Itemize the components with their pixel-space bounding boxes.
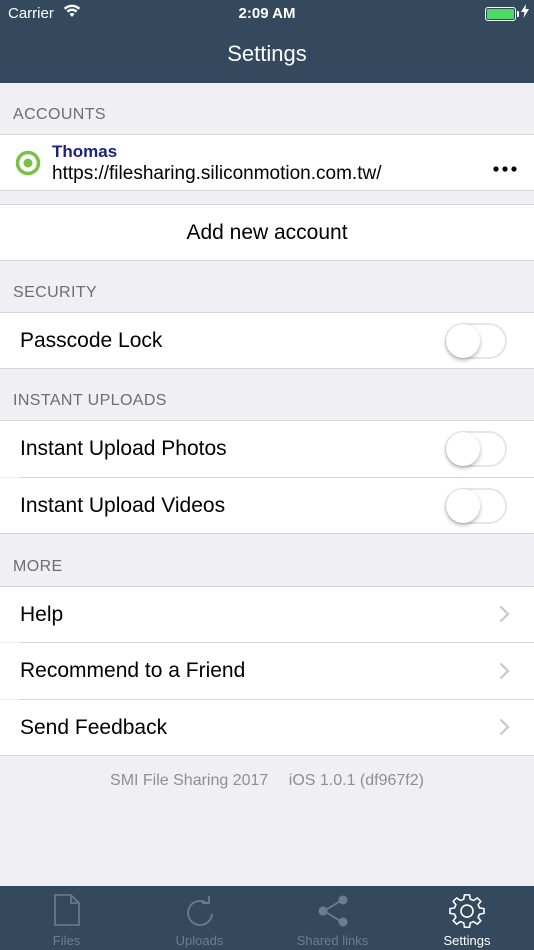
battery-icon — [485, 7, 519, 21]
account-status-icon — [15, 150, 41, 181]
tab-settings[interactable]: Settings — [400, 886, 534, 950]
section-header-security: SECURITY — [13, 284, 98, 301]
instant-upload-videos-toggle[interactable] — [445, 488, 507, 524]
send-feedback-label: Send Feedback — [20, 716, 168, 739]
send-feedback-row[interactable]: Send Feedback — [0, 700, 534, 755]
app-version-footer: SMI File Sharing 2017 iOS 1.0.1 (df967f2… — [0, 772, 534, 790]
account-row[interactable]: Thomas https://filesharing.siliconmotion… — [0, 135, 534, 190]
instant-upload-photos-toggle[interactable] — [445, 431, 507, 467]
instant-upload-videos-label: Instant Upload Videos — [20, 494, 226, 517]
share-icon — [316, 894, 350, 933]
instant-upload-photos-row: Instant Upload Photos — [0, 421, 534, 477]
divider — [0, 190, 534, 191]
charging-icon — [521, 4, 529, 22]
help-row[interactable]: Help — [0, 587, 534, 642]
tab-shared-links-label: Shared links — [296, 933, 369, 948]
refresh-icon — [184, 894, 216, 933]
tab-bar: Files Uploads Shared links Settings — [0, 886, 534, 950]
recommend-label: Recommend to a Friend — [20, 659, 246, 682]
app-name-text: SMI File Sharing 2017 — [110, 772, 269, 789]
passcode-lock-row: Passcode Lock — [0, 313, 534, 368]
chevron-right-icon — [499, 718, 510, 741]
account-name: Thomas — [52, 142, 118, 161]
tab-uploads-label: Uploads — [175, 933, 224, 948]
recommend-row[interactable]: Recommend to a Friend — [0, 643, 534, 699]
tab-files[interactable]: Files — [0, 886, 133, 950]
tab-files-label: Files — [52, 933, 81, 948]
chevron-right-icon — [499, 605, 510, 628]
more-options-icon[interactable] — [493, 159, 517, 177]
version-text: iOS 1.0.1 (df967f2) — [288, 772, 424, 789]
section-header-more: MORE — [13, 558, 63, 575]
account-url: https://filesharing.siliconmotion.com.tw… — [52, 163, 382, 184]
tab-uploads[interactable]: Uploads — [133, 886, 266, 950]
page-title: Settings — [227, 41, 307, 66]
file-icon — [53, 894, 81, 931]
divider — [0, 368, 534, 369]
section-header-instant-uploads: INSTANT UPLOADS — [13, 392, 167, 409]
navigation-bar: Settings — [0, 28, 534, 83]
instant-upload-videos-row: Instant Upload Videos — [0, 478, 534, 533]
add-account-label: Add new account — [186, 221, 348, 244]
chevron-right-icon — [499, 662, 510, 685]
tab-shared-links[interactable]: Shared links — [266, 886, 399, 950]
instant-upload-photos-label: Instant Upload Photos — [20, 437, 227, 460]
add-account-button[interactable]: Add new account — [0, 205, 534, 260]
passcode-lock-toggle[interactable] — [445, 323, 507, 359]
help-label: Help — [20, 603, 64, 626]
divider — [0, 260, 534, 261]
passcode-lock-label: Passcode Lock — [20, 329, 163, 352]
tab-settings-label: Settings — [443, 933, 491, 948]
clock: 2:09 AM — [238, 5, 296, 22]
status-bar: Carrier 2:09 AM — [0, 0, 534, 28]
divider — [0, 755, 534, 756]
section-header-accounts: ACCOUNTS — [13, 106, 106, 123]
gear-icon — [449, 894, 485, 935]
divider — [0, 533, 534, 534]
